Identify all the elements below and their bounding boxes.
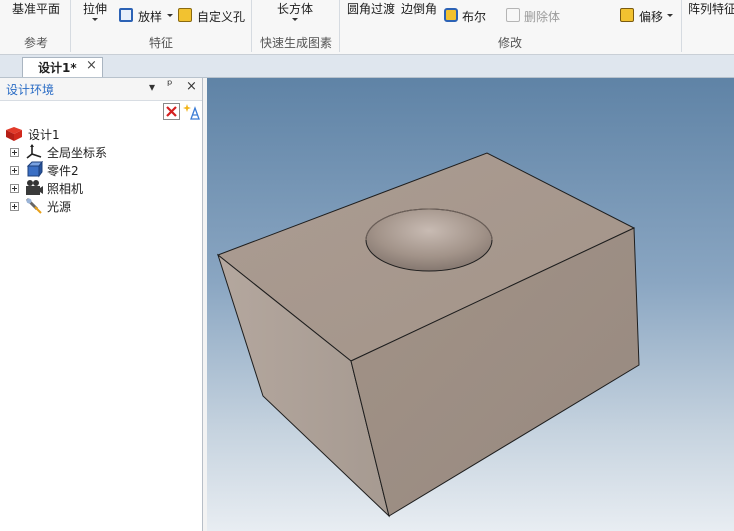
chevron-down-icon[interactable]: [167, 14, 173, 17]
tab-title: 设计1*: [38, 61, 77, 75]
chamfer-button[interactable]: 边倒角: [401, 0, 437, 17]
close-icon[interactable]: ×: [86, 58, 97, 73]
group-label-reference: 参考: [24, 36, 49, 50]
loft-button[interactable]: 放样: [138, 8, 162, 25]
chevron-down-icon[interactable]: [92, 18, 98, 21]
camera-icon: [26, 180, 43, 195]
panel-close-icon[interactable]: ×: [186, 79, 197, 94]
tree-root-row[interactable]: 设计1: [0, 125, 200, 143]
document-tab-strip: [0, 55, 734, 78]
tree-root-label: 设计1: [28, 128, 60, 142]
fillet-button[interactable]: 圆角过渡: [347, 0, 395, 17]
panel-title: 设计环境: [6, 83, 55, 97]
delete-body-button[interactable]: 删除体: [524, 8, 560, 25]
chevron-down-icon[interactable]: [667, 14, 673, 17]
extrude-button[interactable]: 拉伸: [83, 0, 107, 17]
expand-icon[interactable]: [10, 148, 19, 157]
design-root-icon: [6, 127, 22, 141]
tree-item-global-coords[interactable]: 全局坐标系: [0, 143, 200, 161]
tree-item-label: 全局坐标系: [47, 146, 108, 160]
group-label-features: 特征: [149, 36, 174, 50]
panel-menu-icon[interactable]: ▾: [149, 80, 155, 94]
expand-icon[interactable]: [10, 166, 19, 175]
model-canvas: [217, 152, 640, 518]
ribbon-toolbar: 基准平面 参考 拉伸 放样 自定义孔 特征 长方体 快速生成图素 圆角过渡 边倒…: [0, 0, 734, 55]
expand-icon[interactable]: [10, 184, 19, 193]
pattern-button[interactable]: 阵列特征: [688, 0, 734, 17]
ribbon-divider: [70, 0, 71, 52]
tree-item-label: 零件2: [47, 164, 79, 178]
custom-hole-icon: [178, 8, 192, 22]
tree-item-camera[interactable]: 照相机: [0, 179, 200, 197]
boolean-icon: [444, 8, 458, 22]
expand-icon[interactable]: [10, 202, 19, 211]
tree-item-part2[interactable]: 零件2: [0, 161, 200, 179]
light-icon: [25, 197, 42, 214]
axes-icon: [26, 144, 42, 159]
filter-icon[interactable]: [183, 103, 200, 120]
pin-icon[interactable]: ᵖ: [167, 78, 173, 93]
tree-item-light[interactable]: 光源: [0, 197, 200, 215]
ribbon-divider: [339, 0, 340, 52]
group-label-quick-primitives: 快速生成图素: [260, 36, 333, 50]
delete-icon[interactable]: [163, 103, 180, 120]
ref-plane-button[interactable]: 基准平面: [12, 0, 60, 17]
custom-hole-button[interactable]: 自定义孔: [197, 8, 245, 25]
tree-item-label: 照相机: [47, 182, 84, 196]
group-label-modify: 修改: [498, 36, 523, 50]
boolean-button[interactable]: 布尔: [462, 8, 486, 25]
3d-viewport[interactable]: [207, 78, 734, 531]
offset-button[interactable]: 偏移: [639, 8, 663, 25]
cuboid-button[interactable]: 长方体: [277, 0, 313, 17]
tree-item-label: 光源: [47, 200, 72, 214]
delete-body-icon: [506, 8, 520, 22]
ribbon-divider: [251, 0, 252, 52]
ribbon-divider: [681, 0, 682, 52]
loft-icon: [119, 8, 133, 22]
offset-icon: [620, 8, 634, 22]
part-icon: [26, 161, 43, 178]
chevron-down-icon[interactable]: [292, 18, 298, 21]
